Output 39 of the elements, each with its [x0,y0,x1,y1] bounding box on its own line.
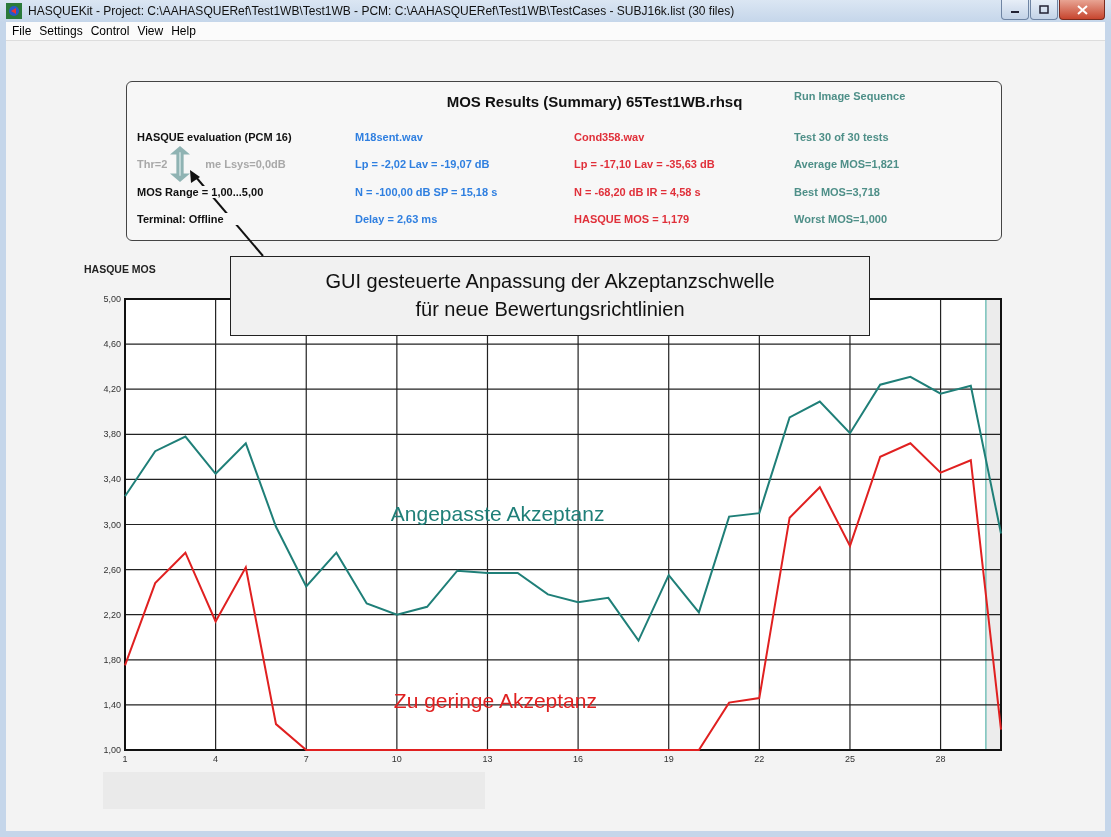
y-tick-label: 1,40 [103,699,121,710]
minimize-button[interactable] [1001,0,1029,20]
threshold-text: me Lsys=0,0dB [205,158,286,171]
y-tick-label: 3,80 [103,429,121,440]
annotation-callout: GUI gesteuerte Anpassung der Akzeptanzschwelle für neue Bewertungsrichtlinien [230,256,870,336]
x-tick-label: 22 [754,754,765,764]
menu-item[interactable]: Control [86,24,134,38]
x-tick-label: 7 [303,754,309,764]
window-title: HASQUEKit - Project: C:\AAHASQUERef\Test1WB\Test1WB - PCM: C:\AAHASQUERef\Test1WB\TestCases - SUBJ16k.list (30 files) [28,4,736,18]
x-tick-label: 1 [122,754,128,764]
x-tick-label: 28 [935,754,946,764]
close-button[interactable] [1059,0,1105,20]
app-icon [6,3,22,19]
menu-item[interactable]: File [8,24,36,38]
close-icon [1076,4,1088,15]
maximize-icon [1039,5,1049,14]
y-tick-label: 3,00 [103,519,121,530]
y-tick-label: 2,20 [103,609,121,620]
y-tick-label: 2,60 [103,564,121,575]
x-tick-label: 13 [482,754,493,764]
run-sequence-link[interactable]: Run Image Sequence [794,90,1001,123]
threshold-text: Thr=2 [137,158,168,171]
y-tick-label: 1,00 [103,745,121,755]
y-tick-label: 1,80 [103,654,121,665]
menu-item[interactable]: Settings [35,24,87,38]
menu-item[interactable]: View [133,24,168,38]
y-tick-label: 3,40 [103,474,121,485]
x-tick-label: 16 [573,754,584,764]
y-tick-label: 4,60 [103,339,121,350]
x-tick-label: 19 [663,754,674,764]
summary-title: MOS Results (Summary) 65Test1WB.rhsq [446,93,743,112]
maximize-button[interactable] [1030,0,1058,20]
menu-item[interactable]: Help [167,24,200,38]
x-tick-label: 25 [844,754,855,764]
y-axis-title: HASQUE MOS [84,263,156,275]
y-tick-label: 4,20 [103,384,121,395]
x-tick-label: 10 [391,754,402,764]
y-tick-label: 5,00 [103,294,121,304]
x-tick-label: 4 [213,754,219,764]
